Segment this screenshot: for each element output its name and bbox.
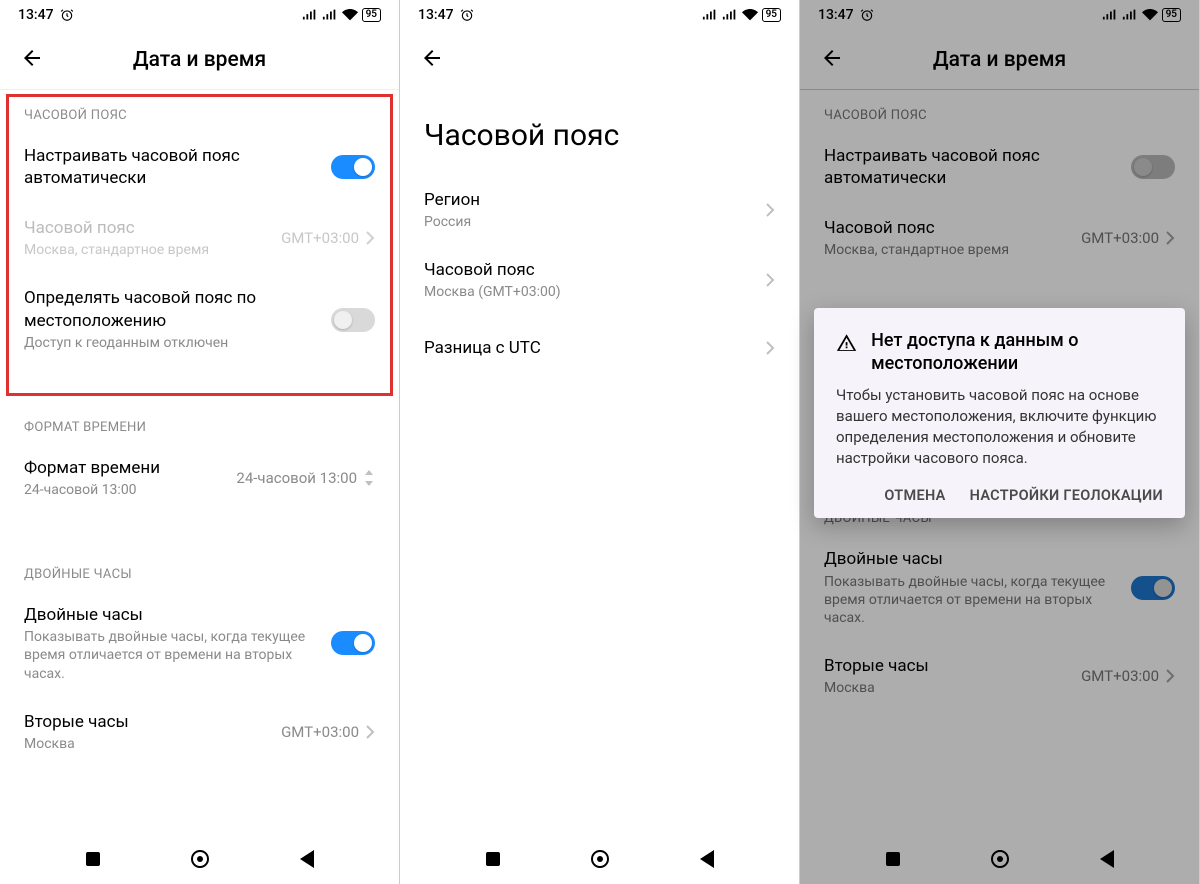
updown-icon bbox=[363, 469, 375, 487]
timezone-label: Часовой пояс bbox=[24, 217, 281, 239]
geo-timezone-toggle[interactable] bbox=[331, 308, 375, 332]
chevron-right-icon bbox=[765, 202, 775, 218]
auto-timezone-row[interactable]: Настраивать часовой пояс автоматически bbox=[0, 131, 399, 203]
warning-icon bbox=[836, 330, 857, 356]
region-sub: Россия bbox=[424, 213, 765, 231]
page-title: Часовой пояс bbox=[400, 90, 799, 175]
location-dialog: Нет доступа к данным о местоположении Чт… bbox=[814, 308, 1185, 518]
signal-icon bbox=[702, 9, 718, 21]
back-button[interactable] bbox=[20, 46, 44, 74]
screen-timezone: 13:47 95 Часовой пояс Регион Россия bbox=[400, 0, 800, 884]
timezone-label: Часовой пояс bbox=[424, 259, 765, 281]
dual-clock-sub: Показывать двойные часы, когда текущее в… bbox=[24, 628, 331, 683]
battery-icon: 95 bbox=[362, 8, 381, 22]
nav-bar bbox=[0, 834, 399, 884]
cancel-button[interactable]: ОТМЕНА bbox=[884, 487, 945, 504]
signal-icon bbox=[302, 9, 318, 21]
timezone-value: GMT+03:00 bbox=[281, 229, 359, 247]
nav-home-button[interactable] bbox=[591, 850, 609, 868]
nav-bar bbox=[400, 834, 799, 884]
location-settings-button[interactable]: НАСТРОЙКИ ГЕОЛОКАЦИИ bbox=[970, 487, 1163, 504]
time-format-label: Формат времени bbox=[24, 457, 236, 479]
utc-offset-label: Разница с UTC bbox=[424, 337, 765, 359]
wifi-icon bbox=[342, 9, 358, 21]
battery-icon: 95 bbox=[762, 8, 781, 22]
time-format-sub: 24-часовой 13:00 bbox=[24, 481, 236, 499]
dialog-title: Нет доступа к данным о местоположении bbox=[871, 330, 1163, 375]
status-time: 13:47 bbox=[18, 7, 54, 23]
nav-recent-button[interactable] bbox=[86, 852, 100, 866]
content: ЧАСОВОЙ ПОЯС Настраивать часовой пояс ав… bbox=[0, 90, 399, 834]
nav-back-button[interactable] bbox=[700, 850, 714, 868]
status-time: 13:47 bbox=[418, 7, 454, 23]
timezone-row[interactable]: Часовой пояс Москва, стандартное время G… bbox=[0, 203, 399, 273]
nav-home-button[interactable] bbox=[191, 850, 209, 868]
chevron-right-icon bbox=[365, 724, 375, 740]
signal-icon bbox=[322, 9, 338, 21]
alarm-icon bbox=[60, 8, 74, 22]
wifi-icon bbox=[742, 9, 758, 21]
section-label-timezone: ЧАСОВОЙ ПОЯС bbox=[0, 90, 399, 131]
utc-offset-row[interactable]: Разница с UTC bbox=[400, 316, 799, 380]
header bbox=[400, 30, 799, 90]
dual-clock-toggle[interactable] bbox=[331, 631, 375, 655]
page-title: Дата и время bbox=[20, 48, 379, 72]
auto-timezone-toggle[interactable] bbox=[331, 155, 375, 179]
arrow-left-icon bbox=[20, 46, 44, 70]
chevron-right-icon bbox=[765, 272, 775, 288]
geo-timezone-sub: Доступ к геоданным отключен bbox=[24, 334, 331, 352]
geo-timezone-label: Определять часовой пояс по местоположени… bbox=[24, 287, 331, 331]
section-label-format: ФОРМАТ ВРЕМЕНИ bbox=[0, 402, 399, 443]
dialog-body: Чтобы установить часовой пояс на основе … bbox=[836, 385, 1163, 469]
signal-icon bbox=[722, 9, 738, 21]
status-bar: 13:47 95 bbox=[400, 0, 799, 30]
dual-clock-label: Двойные часы bbox=[24, 604, 331, 626]
second-clock-sub: Москва bbox=[24, 735, 281, 753]
time-format-value: 24-часовой 13:00 bbox=[236, 469, 357, 487]
screen-date-time: 13:47 95 Дата и время ЧАСОВОЙ ПОЯС Настр… bbox=[0, 0, 400, 884]
content: Регион Россия Часовой пояс Москва (GMT+0… bbox=[400, 175, 799, 834]
timezone-sub: Москва (GMT+03:00) bbox=[424, 283, 765, 301]
header: Дата и время bbox=[0, 30, 399, 90]
back-button[interactable] bbox=[420, 46, 444, 74]
alarm-icon bbox=[460, 8, 474, 22]
region-label: Регион bbox=[424, 189, 765, 211]
nav-recent-button[interactable] bbox=[486, 852, 500, 866]
region-row[interactable]: Регион Россия bbox=[400, 175, 799, 245]
auto-timezone-label: Настраивать часовой пояс автоматически bbox=[24, 145, 331, 189]
timezone-sub: Москва, стандартное время bbox=[24, 241, 281, 259]
chevron-right-icon bbox=[765, 340, 775, 356]
geo-timezone-row[interactable]: Определять часовой пояс по местоположени… bbox=[0, 273, 399, 365]
second-clock-value: GMT+03:00 bbox=[281, 723, 359, 741]
section-label-dual: ДВОЙНЫЕ ЧАСЫ bbox=[0, 549, 399, 590]
time-format-row[interactable]: Формат времени 24-часовой 13:00 24-часов… bbox=[0, 443, 399, 513]
arrow-left-icon bbox=[420, 46, 444, 70]
chevron-right-icon bbox=[365, 230, 375, 246]
dual-clock-row[interactable]: Двойные часы Показывать двойные часы, ко… bbox=[0, 590, 399, 697]
screen-date-time-dialog: 13:47 95 Дата и время ЧАСОВОЙ ПОЯС Настр… bbox=[800, 0, 1200, 884]
status-bar: 13:47 95 bbox=[0, 0, 399, 30]
second-clock-row[interactable]: Вторые часы Москва GMT+03:00 bbox=[0, 697, 399, 767]
second-clock-label: Вторые часы bbox=[24, 711, 281, 733]
timezone-row[interactable]: Часовой пояс Москва (GMT+03:00) bbox=[400, 245, 799, 315]
nav-back-button[interactable] bbox=[300, 850, 314, 868]
